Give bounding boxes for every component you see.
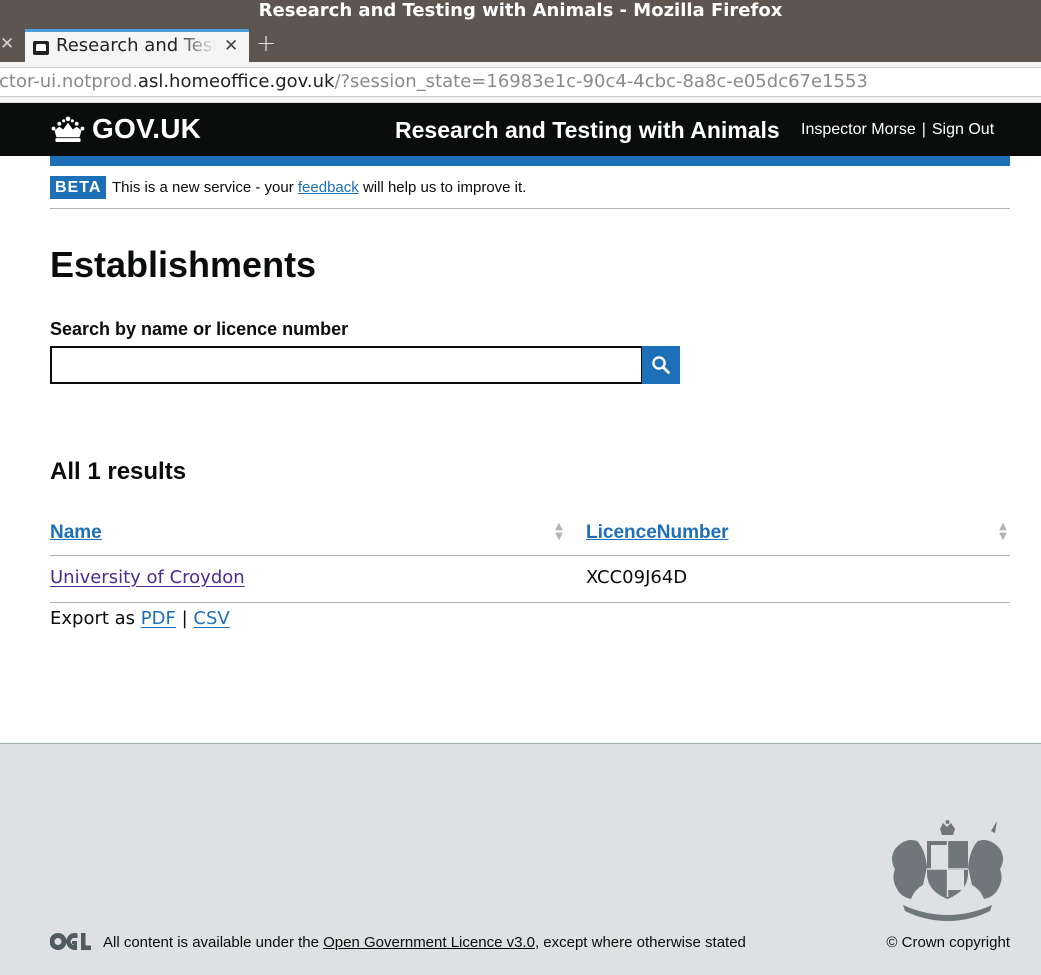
header-blue-bar: [50, 156, 1010, 166]
sort-icon[interactable]: ▲ ▼: [997, 522, 1009, 544]
phase-text-after: will help us to improve it.: [358, 179, 527, 196]
sign-out-link[interactable]: Sign Out: [932, 120, 994, 140]
ogl-licence-link[interactable]: Open Government Licence v3.0: [323, 934, 535, 951]
table-row: University of Croydon XCC09J64D: [50, 556, 1010, 603]
export-csv-link[interactable]: CSV: [193, 608, 229, 629]
coat-of-arms: [892, 820, 1003, 921]
page-title: Establishments: [50, 244, 317, 285]
search-label: Search by name or licence number: [50, 319, 349, 339]
export-label: Export as: [50, 608, 136, 629]
service-name[interactable]: Research and Testing with Animals: [395, 117, 780, 143]
govuk-header: GOV.UK Research and Testing with Animals…: [0, 103, 1041, 156]
licence-number: XCC09J64D: [586, 567, 688, 588]
new-tab-button[interactable]: +: [256, 31, 276, 55]
sort-icon[interactable]: ▲ ▼: [553, 522, 565, 544]
window-title: Research and Testing with Animals - Mozi…: [0, 0, 1041, 24]
beta-tag: BETA: [50, 176, 107, 199]
tab-active[interactable]: Research and Testing with Animals ✕: [25, 29, 249, 62]
url-prefix: ctor-ui.notprod.: [0, 71, 138, 92]
table-header: Name ▲ ▼ LicenceNumber ▲ ▼: [50, 515, 1010, 556]
establishment-name-link[interactable]: University of Croydon: [50, 566, 245, 590]
licence-text-before: All content is available under the: [103, 934, 324, 951]
phase-text-before: This is a new service - your: [112, 179, 298, 196]
crown-icon: [51, 116, 85, 142]
search-input[interactable]: [50, 346, 643, 384]
user-nav: Inspector Morse | Sign Out: [801, 120, 994, 140]
results-heading: All 1 results: [50, 458, 187, 485]
licence-text: All content is available under the Open …: [103, 933, 746, 953]
url-host: asl.homeoffice.gov.uk: [137, 71, 335, 92]
tab-close-icon[interactable]: ✕: [224, 35, 238, 57]
phase-banner: BETA This is a new service - your feedba…: [50, 176, 1010, 209]
search-button[interactable]: [642, 346, 680, 384]
licence-text-after: , except where otherwise stated: [534, 934, 746, 951]
user-name-link[interactable]: Inspector Morse: [801, 120, 916, 140]
phase-text: This is a new service - your feedback wi…: [112, 178, 526, 198]
footer: All content is available under the Open …: [0, 743, 1041, 975]
tab-title: Research and Testing with Animals: [56, 35, 216, 56]
export-pdf-link[interactable]: PDF: [141, 608, 176, 629]
url-text: ctor-ui.notprod.asl.homeoffice.gov.uk/?s…: [0, 71, 868, 93]
favicon-icon: [33, 41, 49, 55]
search-icon: [652, 356, 670, 374]
url-path: /?session_state=16983e1c-90c4-4cbc-8a8c-…: [334, 71, 868, 92]
establishments-table: Name ▲ ▼ LicenceNumber ▲ ▼ University of C…: [50, 515, 1010, 603]
url-bar[interactable]: ctor-ui.notprod.asl.homeoffice.gov.uk/?s…: [0, 67, 1041, 97]
feedback-link[interactable]: feedback: [298, 179, 359, 196]
navigation-bar: ctor-ui.notprod.asl.homeoffice.gov.uk/?s…: [0, 62, 1041, 103]
tab-strip: ✕ Research and Testing with Animals ✕ +: [0, 24, 1041, 62]
crown-copyright-link[interactable]: © Crown copyright: [886, 933, 1010, 953]
export-separator: |: [181, 608, 188, 629]
logo-text: GOV.UK: [92, 113, 202, 144]
column-header-licence-number[interactable]: LicenceNumber: [586, 521, 729, 545]
previous-tab-close-icon[interactable]: ✕: [0, 34, 14, 54]
export-links: Export as PDF | CSV: [50, 606, 230, 632]
ogl-logo: [50, 933, 91, 950]
govuk-logo[interactable]: GOV.UK: [50, 113, 201, 145]
column-header-name[interactable]: Name: [50, 521, 102, 545]
nav-separator: |: [921, 121, 926, 138]
